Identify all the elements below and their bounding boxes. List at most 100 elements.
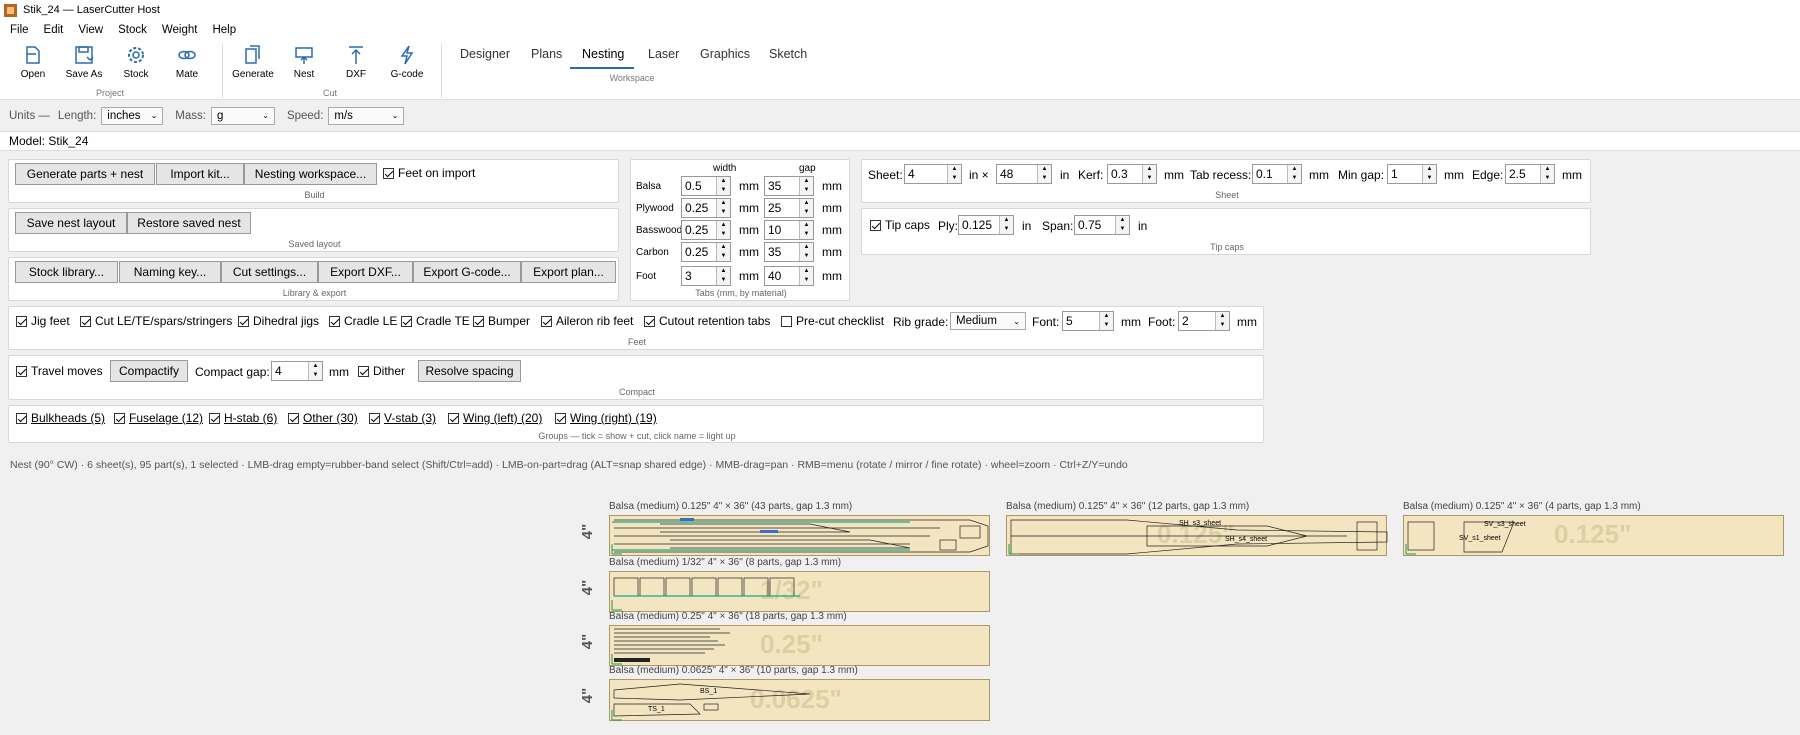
balsa-gap-spinner[interactable]: 35 ▲ ▼ <box>764 176 814 196</box>
group-bulkheads[interactable]: Bulkheads (5) <box>16 411 105 425</box>
nest-sheet[interactable]: 0.0625" BS_1 TS_1 <box>609 679 990 721</box>
menu-weight[interactable]: Weight <box>162 24 198 36</box>
generate-parts-nest-button[interactable]: Generate parts + nest <box>15 163 155 185</box>
spin-arrows-icon[interactable]: ▲ ▼ <box>716 221 730 239</box>
sheet-length-spinner[interactable]: 48 ▲ ▼ <box>996 164 1052 184</box>
export-gcode-button[interactable]: Export G-code... <box>413 261 521 283</box>
stock-library-button[interactable]: Stock library... <box>15 261 118 283</box>
tab-nesting[interactable]: Nesting <box>582 47 624 61</box>
tab-laser[interactable]: Laser <box>648 47 679 61</box>
foot-width-spinner[interactable]: 3 ▲ ▼ <box>681 266 731 286</box>
nest-sheet[interactable]: 0.125" SH_s3_sheet SH_s4_sheet <box>1006 515 1388 556</box>
save-nest-layout-button[interactable]: Save nest layout <box>15 212 127 234</box>
tab-sketch[interactable]: Sketch <box>769 47 807 61</box>
spin-arrows-icon[interactable]: ▲ ▼ <box>947 165 961 183</box>
foot-size-spinner[interactable]: 2 ▲ ▼ <box>1178 311 1230 331</box>
nesting-workspace-button[interactable]: Nesting workspace... <box>244 163 377 185</box>
jig-feet-checkbox[interactable]: Jig feet <box>16 314 70 328</box>
generate-button[interactable]: Generate <box>228 43 278 80</box>
spin-arrows-icon[interactable]: ▲ ▼ <box>1287 165 1301 183</box>
span-spinner[interactable]: 0.75 ▲ ▼ <box>1074 215 1130 235</box>
spin-arrows-icon[interactable]: ▲ ▼ <box>799 243 813 261</box>
basswood-width-spinner[interactable]: 0.25 ▲ ▼ <box>681 220 731 240</box>
tab-designer[interactable]: Designer <box>460 47 510 61</box>
feet-on-import-checkbox[interactable]: Feet on import <box>383 166 475 180</box>
tip-caps-checkbox[interactable]: Tip caps <box>870 218 930 232</box>
bumper-checkbox[interactable]: Bumper <box>473 314 530 328</box>
compact-gap-spinner[interactable]: 4 ▲ ▼ <box>271 361 323 381</box>
menu-stock[interactable]: Stock <box>118 24 147 36</box>
spin-arrows-icon[interactable]: ▲ ▼ <box>799 177 813 195</box>
spin-arrows-icon[interactable]: ▲ ▼ <box>1099 312 1113 330</box>
rib-grade-select[interactable]: Medium ⌄ <box>950 312 1026 330</box>
nest-button[interactable]: Nest <box>279 43 329 80</box>
restore-saved-nest-button[interactable]: Restore saved nest <box>127 212 251 234</box>
group-h-stab[interactable]: H-stab (6) <box>209 411 277 425</box>
sheet-width-spinner[interactable]: 4 ▲ ▼ <box>904 164 962 184</box>
spin-arrows-icon[interactable]: ▲ ▼ <box>308 362 322 380</box>
mass-select[interactable]: g ⌄ <box>210 106 275 125</box>
dxf-button[interactable]: DXF <box>331 43 381 80</box>
menu-file[interactable]: File <box>10 24 29 36</box>
kerf-spinner[interactable]: 0.3 ▲ ▼ <box>1107 164 1157 184</box>
compactify-button[interactable]: Compactify <box>110 360 188 382</box>
aileron-rib-feet-checkbox[interactable]: Aileron rib feet <box>541 314 633 328</box>
cradle-le-checkbox[interactable]: Cradle LE <box>329 314 397 328</box>
import-kit-button[interactable]: Import kit... <box>156 163 244 185</box>
resolve-spacing-button[interactable]: Resolve spacing <box>418 360 521 382</box>
tab-graphics[interactable]: Graphics <box>700 47 750 61</box>
edge-spinner[interactable]: 2.5 ▲ ▼ <box>1505 164 1555 184</box>
spin-arrows-icon[interactable]: ▲ ▼ <box>1540 165 1554 183</box>
spin-arrows-icon[interactable]: ▲ ▼ <box>716 199 730 217</box>
balsa-width-spinner[interactable]: 0.5 ▲ ▼ <box>681 176 731 196</box>
spin-arrows-icon[interactable]: ▲ ▼ <box>799 221 813 239</box>
min-gap-spinner[interactable]: 1 ▲ ▼ <box>1387 164 1437 184</box>
length-select[interactable]: inches ⌄ <box>101 106 164 125</box>
cradle-te-checkbox[interactable]: Cradle TE <box>401 314 470 328</box>
cut-le-te-checkbox[interactable]: Cut LE/TE/spars/stringers <box>80 314 232 328</box>
cutout-retention-tabs-checkbox[interactable]: Cutout retention tabs <box>644 314 770 328</box>
dither-checkbox[interactable]: Dither <box>358 364 405 378</box>
cut-settings-button[interactable]: Cut settings... <box>221 261 318 283</box>
spin-arrows-icon[interactable]: ▲ ▼ <box>1037 165 1051 183</box>
gcode-button[interactable]: G-code <box>382 43 432 80</box>
nest-sheet[interactable]: 0.25" <box>609 625 990 666</box>
group-v-stab[interactable]: V-stab (3) <box>369 411 436 425</box>
save-as-button[interactable]: Save As <box>59 43 109 80</box>
menu-edit[interactable]: Edit <box>44 24 64 36</box>
nest-sheet[interactable]: 0.125" SV_s3_sheet SV_s1_sheet <box>1403 515 1784 556</box>
spin-arrows-icon[interactable]: ▲ ▼ <box>999 216 1013 234</box>
travel-moves-checkbox[interactable]: Travel moves <box>16 364 103 378</box>
group-wing-right[interactable]: Wing (right) (19) <box>555 411 657 425</box>
group-other[interactable]: Other (30) <box>288 411 358 425</box>
basswood-gap-spinner[interactable]: 10 ▲ ▼ <box>764 220 814 240</box>
carbon-width-spinner[interactable]: 0.25 ▲ ▼ <box>681 242 731 262</box>
spin-arrows-icon[interactable]: ▲ ▼ <box>1115 216 1129 234</box>
nest-sheet[interactable]: 1/32" <box>609 571 990 612</box>
font-size-spinner[interactable]: 5 ▲ ▼ <box>1062 311 1114 331</box>
spin-arrows-icon[interactable]: ▲ ▼ <box>716 267 730 285</box>
plywood-width-spinner[interactable]: 0.25 ▲ ▼ <box>681 198 731 218</box>
plywood-gap-spinner[interactable]: 25 ▲ ▼ <box>764 198 814 218</box>
group-wing-left[interactable]: Wing (left) (20) <box>448 411 542 425</box>
pre-cut-checklist-checkbox[interactable]: Pre-cut checklist <box>781 314 884 328</box>
spin-arrows-icon[interactable]: ▲ ▼ <box>716 177 730 195</box>
spin-arrows-icon[interactable]: ▲ ▼ <box>1142 165 1156 183</box>
mate-button[interactable]: Mate <box>162 43 212 80</box>
spin-arrows-icon[interactable]: ▲ ▼ <box>799 199 813 217</box>
menu-help[interactable]: Help <box>212 24 236 36</box>
ply-spinner[interactable]: 0.125 ▲ ▼ <box>958 215 1014 235</box>
tab-plans[interactable]: Plans <box>531 47 562 61</box>
nesting-canvas[interactable]: Balsa (medium) 0.125" 4" × 36" (43 parts… <box>0 475 1800 735</box>
tab-recess-spinner[interactable]: 0.1 ▲ ▼ <box>1252 164 1302 184</box>
menu-view[interactable]: View <box>78 24 103 36</box>
naming-key-button[interactable]: Naming key... <box>119 261 221 283</box>
foot-gap-spinner[interactable]: 40 ▲ ▼ <box>764 266 814 286</box>
nest-sheet[interactable] <box>609 515 990 556</box>
group-fuselage[interactable]: Fuselage (12) <box>114 411 203 425</box>
spin-arrows-icon[interactable]: ▲ ▼ <box>1215 312 1229 330</box>
spin-arrows-icon[interactable]: ▲ ▼ <box>716 243 730 261</box>
spin-arrows-icon[interactable]: ▲ ▼ <box>1422 165 1436 183</box>
open-button[interactable]: Open <box>8 43 58 80</box>
export-plan-button[interactable]: Export plan... <box>521 261 616 283</box>
